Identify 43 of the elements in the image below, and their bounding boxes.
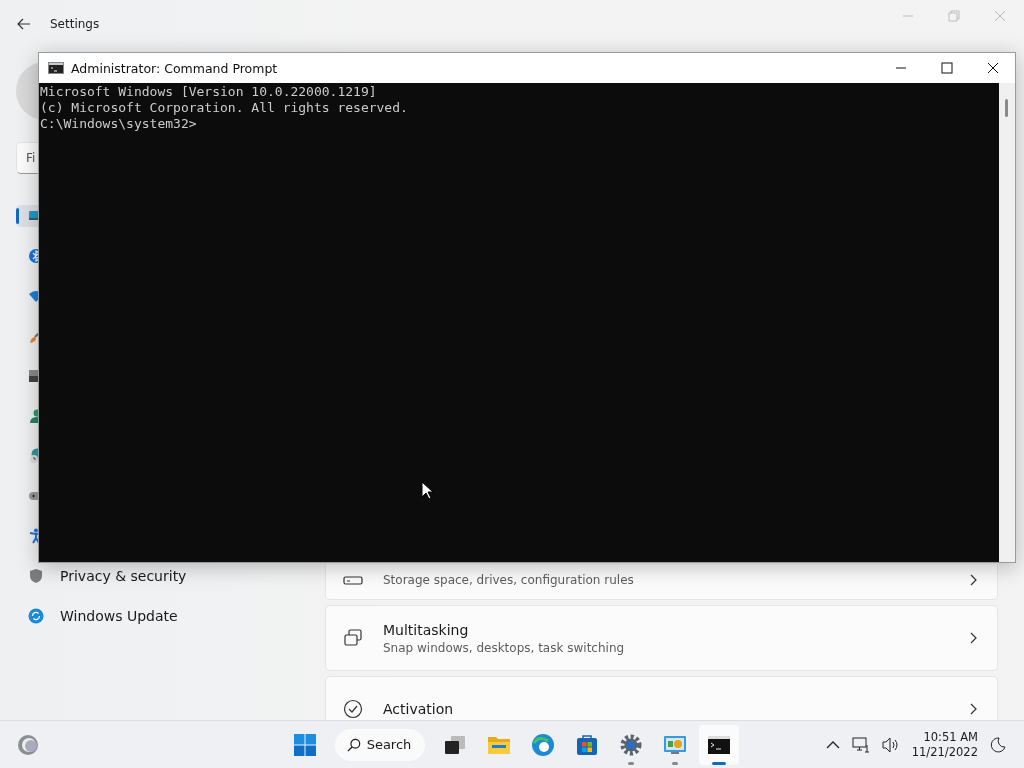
- window-title: Administrator: Command Prompt: [71, 60, 278, 76]
- console-line: Microsoft Windows [Version 10.0.22000.1219]: [39, 84, 378, 100]
- search-field[interactable]: Fi: [16, 142, 38, 174]
- console-line: (c) Microsoft Corporation. All rights reserved.: [39, 100, 409, 116]
- console-icon: [48, 62, 64, 74]
- browser-icon: [531, 732, 556, 757]
- chevron-right-icon: [969, 573, 977, 586]
- chevron-up-icon[interactable]: [825, 740, 840, 749]
- console-line: C:\Windows\system32>: [39, 116, 198, 132]
- network-icon[interactable]: [851, 736, 870, 753]
- taskbar-app-button[interactable]: [699, 724, 740, 765]
- shield-icon: [28, 568, 44, 584]
- maximize-icon[interactable]: [941, 62, 953, 74]
- cloud-icon[interactable]: [16, 732, 40, 757]
- clock[interactable]: 10:51 AM 11/21/2022: [911, 729, 978, 760]
- chevron-right-icon: [969, 632, 977, 644]
- volume-icon[interactable]: [881, 736, 900, 753]
- sidebar-item[interactable]: Windows Update: [16, 605, 296, 627]
- settings-card[interactable]: Multitasking Snap windows, desktops, task switching: [325, 605, 998, 671]
- card-description: Snap windows, desktops, task switching: [383, 640, 626, 655]
- console-output[interactable]: Microsoft Windows [Version 10.0.22000.1219] (c) Microsoft Corporation. All rights reserved. C:\Windows\system32>: [39, 83, 999, 562]
- gear-icon: [619, 732, 644, 757]
- moon-icon[interactable]: [990, 736, 1006, 753]
- search-button[interactable]: Search: [334, 728, 426, 761]
- card-description: Storage space, drives, configuration rules: [383, 572, 635, 587]
- store-icon: [575, 732, 600, 757]
- mouse-pointer-icon: [421, 481, 433, 499]
- card-title: Multitasking: [383, 621, 470, 638]
- windows-logo-icon: [292, 732, 317, 757]
- card-title: Activation: [383, 701, 455, 717]
- settings-card[interactable]: Storage space, drives, configuration rules: [325, 564, 998, 600]
- scrollbar[interactable]: [999, 83, 1015, 562]
- refresh-icon: [28, 608, 44, 624]
- sidebar-item[interactable]: Privacy & security: [16, 565, 296, 587]
- sidebar-item[interactable]: [16, 205, 38, 227]
- settings-card[interactable]: Activation: [325, 676, 998, 720]
- search-icon: [346, 737, 361, 752]
- close-icon[interactable]: [987, 62, 999, 74]
- back-arrow-icon[interactable]: [16, 16, 32, 32]
- window-title: Settings: [50, 17, 100, 31]
- chevron-right-icon: [969, 703, 977, 715]
- windows-icon: [343, 628, 363, 648]
- check-circle-icon: [343, 699, 363, 719]
